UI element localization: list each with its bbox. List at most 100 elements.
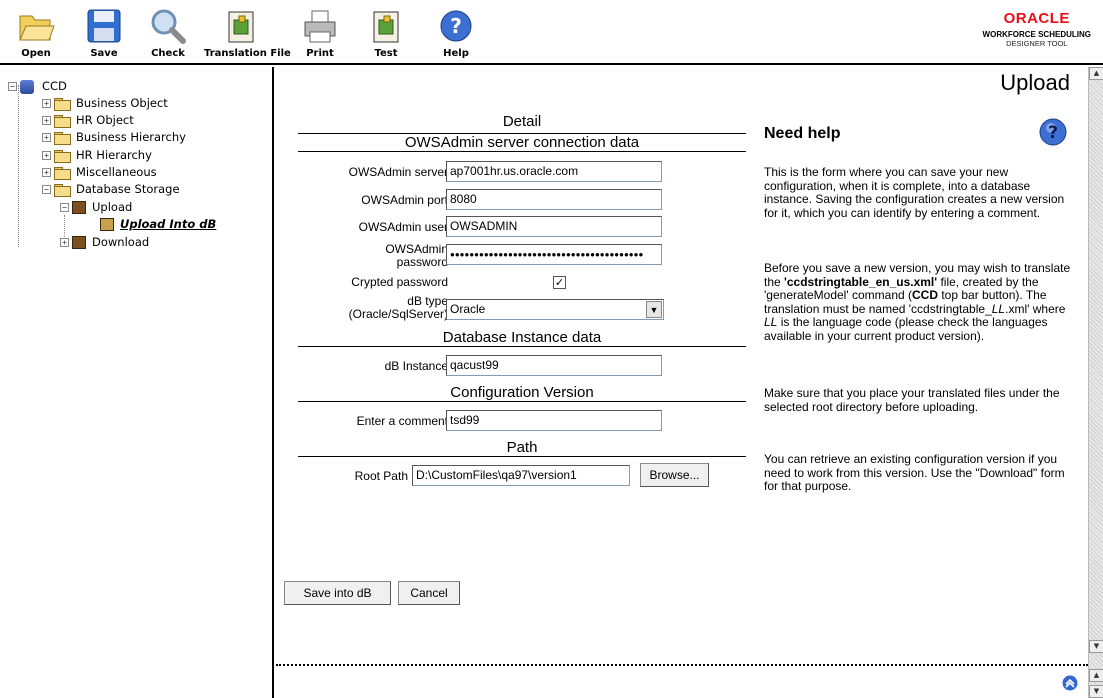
svg-text:?: ? xyxy=(450,14,462,38)
collapse-icon[interactable]: − xyxy=(42,185,51,194)
folder-open-icon xyxy=(19,15,55,41)
cancel-button[interactable]: Cancel xyxy=(398,581,460,605)
tree-item-business-object[interactable]: + Business Object xyxy=(42,95,168,112)
expand-icon[interactable]: + xyxy=(42,133,51,142)
tree-item-database-storage[interactable]: − Database Storage xyxy=(42,181,180,198)
translation-file-button[interactable]: Translation File xyxy=(204,0,291,64)
dbtype-select[interactable]: Oracle ▼ xyxy=(446,299,664,320)
logo-product-line2: DESIGNER TOOL xyxy=(1006,39,1068,48)
tree-item-upload[interactable]: − Upload xyxy=(60,199,132,216)
scroll-down-arrow-icon[interactable]: ▼ xyxy=(1089,685,1103,698)
instance-label: dB Instance xyxy=(384,359,448,373)
collapse-icon[interactable]: − xyxy=(60,203,69,212)
test-label: Test xyxy=(374,48,398,59)
folder-icon xyxy=(54,98,71,111)
folder-icon xyxy=(54,167,71,180)
database-icon xyxy=(72,201,86,214)
server-label: OWSAdmin server xyxy=(348,165,448,179)
tree-item-hr-object[interactable]: + HR Object xyxy=(42,112,134,129)
instance-input[interactable]: qacust99 xyxy=(446,355,662,376)
rootpath-input[interactable]: D:\CustomFiles\qa97\version1 xyxy=(412,465,630,486)
help-button[interactable]: ? Help xyxy=(434,0,478,64)
help-label: Help xyxy=(443,48,469,59)
detail-title: Detail xyxy=(502,113,542,130)
chevron-down-icon[interactable]: ▼ xyxy=(646,301,662,318)
tree-root-ccd[interactable]: − CCD xyxy=(8,78,67,95)
crypted-password-checkbox[interactable]: ✓ xyxy=(553,276,566,289)
save-into-db-button[interactable]: Save into dB xyxy=(284,581,391,605)
folder-icon xyxy=(54,115,71,128)
test-button[interactable]: Test xyxy=(364,0,408,64)
help-icon: ? xyxy=(1039,118,1067,146)
main-content: Upload Detail OWSAdmin server connection… xyxy=(276,67,1088,698)
folder-icon xyxy=(54,184,71,197)
section-config-title: Configuration Version xyxy=(298,384,746,402)
puzzle-test-icon xyxy=(373,11,399,43)
tree-item-hr-hierarchy[interactable]: + HR Hierarchy xyxy=(42,147,152,164)
ccd-icon xyxy=(20,79,34,94)
comment-input[interactable]: tsd99 xyxy=(446,410,662,431)
expand-icon[interactable]: + xyxy=(42,151,51,160)
tree-item-label: Upload xyxy=(92,200,133,214)
user-label: OWSAdmin user xyxy=(358,220,448,234)
expand-icon[interactable]: + xyxy=(42,99,51,108)
open-button[interactable]: Open xyxy=(14,0,58,64)
port-input[interactable]: 8080 xyxy=(446,189,662,210)
crypted-password-label: Crypted password xyxy=(351,275,448,289)
help-paragraph-2: Before you save a new version, you may w… xyxy=(764,261,1071,343)
port-label: OWSAdmin port xyxy=(361,193,448,207)
puzzle-piece-icon xyxy=(228,11,254,43)
oracle-logo: ORACLE WORKFORCE SCHEDULING DESIGNER TOO… xyxy=(983,10,1091,48)
user-input[interactable]: OWSADMIN xyxy=(446,216,662,237)
folder-icon xyxy=(54,150,71,163)
scroll-to-top-icon[interactable] xyxy=(1062,675,1078,691)
folder-icon xyxy=(54,132,71,145)
password-label-line2: password xyxy=(396,255,448,269)
tree-item-miscellaneous[interactable]: + Miscellaneous xyxy=(42,164,157,181)
database-icon xyxy=(72,236,86,249)
tree-item-label: Business Hierarchy xyxy=(76,130,186,144)
check-label: Check xyxy=(151,48,185,59)
translation-file-label: Translation File xyxy=(204,48,291,59)
help-paragraph-4: You can retrieve an existing configurati… xyxy=(764,452,1065,494)
expand-icon[interactable]: + xyxy=(60,238,69,247)
tree-item-label: Business Object xyxy=(76,96,168,110)
comment-label: Enter a comment xyxy=(356,414,448,428)
section-db-title: Database Instance data xyxy=(298,329,746,347)
check-button[interactable]: Check xyxy=(146,0,190,64)
expand-icon[interactable]: + xyxy=(42,116,51,125)
magnifier-icon xyxy=(151,9,186,44)
help-icon: ? xyxy=(440,10,472,42)
dbtype-selected-value: Oracle xyxy=(450,302,486,316)
page-title: Upload xyxy=(1000,70,1070,95)
navigation-tree: − CCD + Business Object + HR Object + Busine… xyxy=(0,67,274,698)
collapse-icon[interactable]: − xyxy=(8,82,17,91)
vertical-scrollbar[interactable]: ▲ ▼ ▲ ▼ xyxy=(1088,67,1103,698)
footer-divider xyxy=(276,664,1088,666)
tree-item-upload-into-db[interactable]: Upload Into dB xyxy=(100,216,216,233)
scroll-down-arrow-icon[interactable]: ▼ xyxy=(1089,640,1103,653)
section-ows-title: OWSAdmin server connection data xyxy=(298,133,746,152)
tree-item-download[interactable]: + Download xyxy=(60,234,149,251)
tree-item-business-hierarchy[interactable]: + Business Hierarchy xyxy=(42,129,186,146)
password-input[interactable]: ●●●●●●●●●●●●●●●●●●●●●●●●●●●●●●●●●●●●●●●● xyxy=(446,244,662,265)
expand-icon[interactable]: + xyxy=(42,168,51,177)
server-input[interactable]: ap7001hr.us.oracle.com xyxy=(446,161,662,182)
floppy-disk-icon xyxy=(87,9,121,43)
svg-text:?: ? xyxy=(1048,123,1058,143)
upload-db-icon xyxy=(100,218,114,231)
save-label: Save xyxy=(90,48,118,59)
browse-button[interactable]: Browse... xyxy=(640,463,709,487)
tree-item-label: Upload Into dB xyxy=(120,217,217,231)
tree-item-label: HR Hierarchy xyxy=(76,148,152,162)
tree-item-label: Database Storage xyxy=(76,182,180,196)
scroll-up-arrow-icon[interactable]: ▲ xyxy=(1089,669,1103,682)
help-paragraph-3: Make sure that you place your translated… xyxy=(764,386,1060,414)
print-label: Print xyxy=(306,48,334,59)
print-button[interactable]: Print xyxy=(298,0,342,64)
toolbar: Open Save Check Translation File Print T… xyxy=(0,0,1103,65)
open-label: Open xyxy=(21,48,51,59)
tree-item-label: HR Object xyxy=(76,113,134,127)
scroll-up-arrow-icon[interactable]: ▲ xyxy=(1089,67,1103,80)
save-button[interactable]: Save xyxy=(82,0,126,64)
